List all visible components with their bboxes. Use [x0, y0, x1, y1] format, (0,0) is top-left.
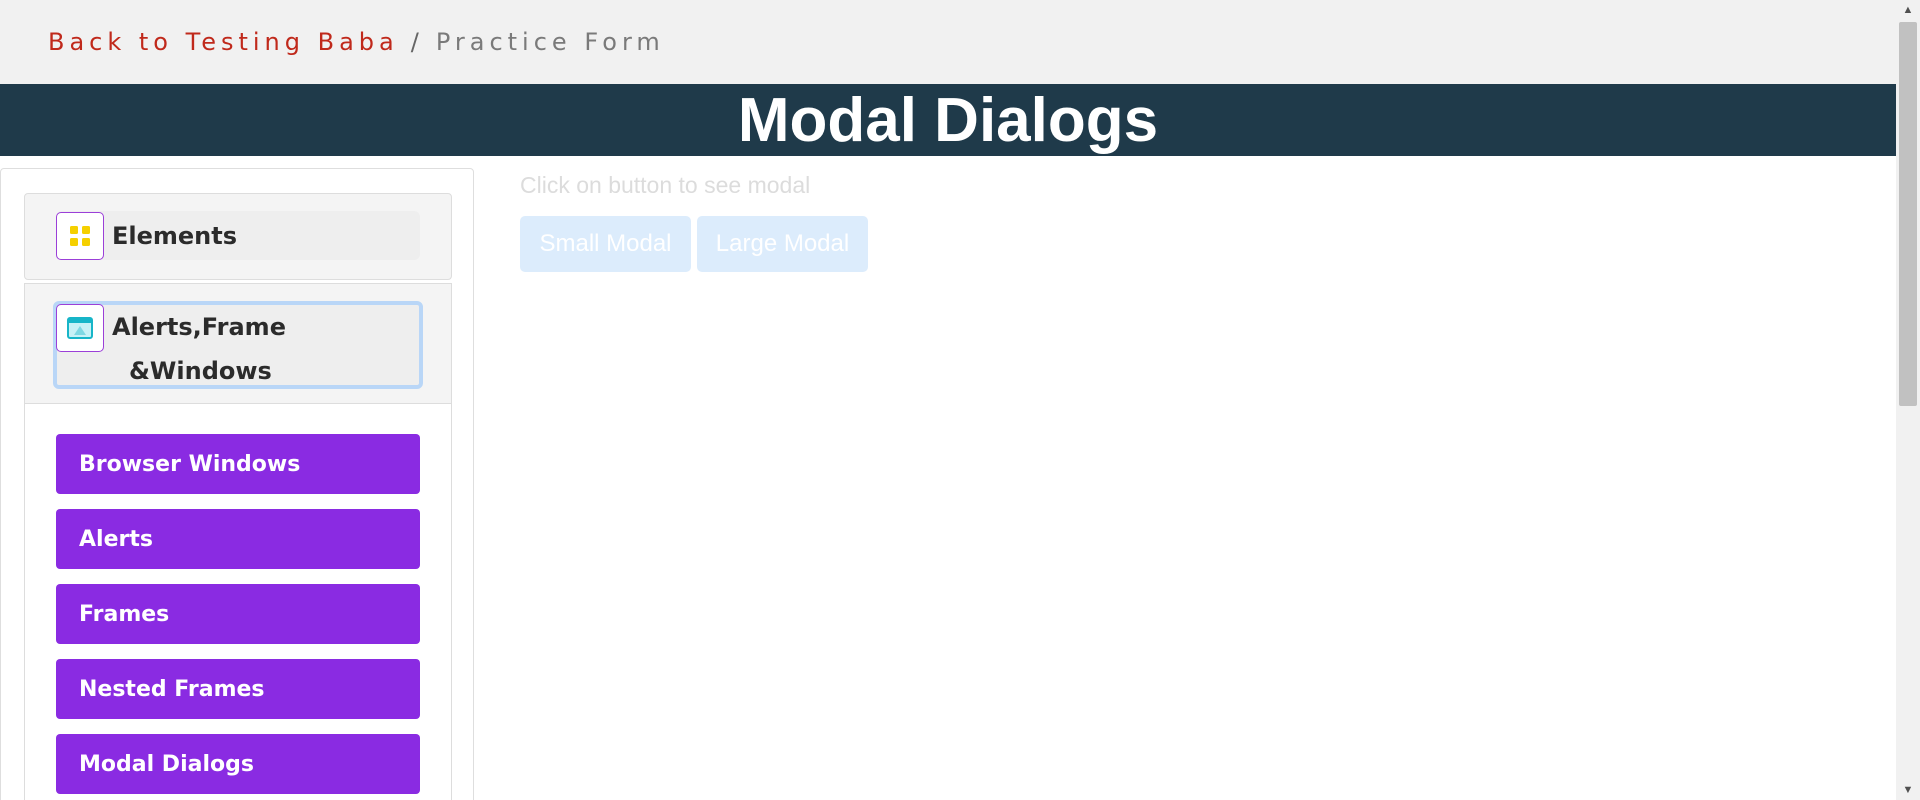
large-modal-button[interactable]: Large Modal [697, 216, 868, 272]
breadcrumb-bar: Back to Testing Baba / Practice Form [0, 0, 1896, 84]
menu-nested-frames[interactable]: Nested Frames [56, 659, 420, 719]
group-elements-header[interactable]: Elements [56, 211, 420, 260]
sidebar: Elements Alerts,Frame &Windows Browser W… [0, 168, 474, 800]
breadcrumb-current: Practice Form [435, 28, 665, 56]
menu-browser-windows[interactable]: Browser Windows [56, 434, 420, 494]
page-title-bar: Modal Dialogs [0, 84, 1896, 156]
browser-window-icon [56, 304, 104, 352]
menu-modal-dialogs[interactable]: Modal Dialogs [56, 734, 420, 794]
page-title: Modal Dialogs [737, 85, 1159, 155]
scroll-down-arrow-icon[interactable]: ▼ [1896, 780, 1920, 800]
scroll-up-arrow-icon[interactable]: ▲ [1896, 0, 1920, 20]
alerts-submenu: Browser Windows Alerts Frames Nested Fra… [24, 403, 452, 800]
small-modal-button[interactable]: Small Modal [520, 216, 691, 272]
menu-frames[interactable]: Frames [56, 584, 420, 644]
scrollbar-thumb[interactable] [1899, 22, 1917, 406]
menu-alerts[interactable]: Alerts [56, 509, 420, 569]
modal-hint-text: Click on button to see modal [520, 172, 811, 198]
group-alerts-label-line2: &Windows [129, 357, 272, 385]
group-alerts-label-line1: Alerts,Frame [112, 313, 286, 341]
sidebar-group-alerts: Alerts,Frame &Windows [24, 283, 452, 403]
back-link[interactable]: Back to Testing Baba [48, 28, 399, 56]
vertical-scrollbar[interactable]: ▲ ▼ [1896, 0, 1920, 800]
group-elements-label: Elements [112, 221, 238, 250]
sidebar-group-elements: Elements [24, 193, 452, 280]
group-alerts-header[interactable]: Alerts,Frame &Windows [53, 301, 423, 389]
grid-icon [56, 211, 104, 260]
group-alerts-label: Alerts,Frame &Windows [112, 305, 286, 393]
breadcrumb-separator: / [410, 28, 424, 56]
